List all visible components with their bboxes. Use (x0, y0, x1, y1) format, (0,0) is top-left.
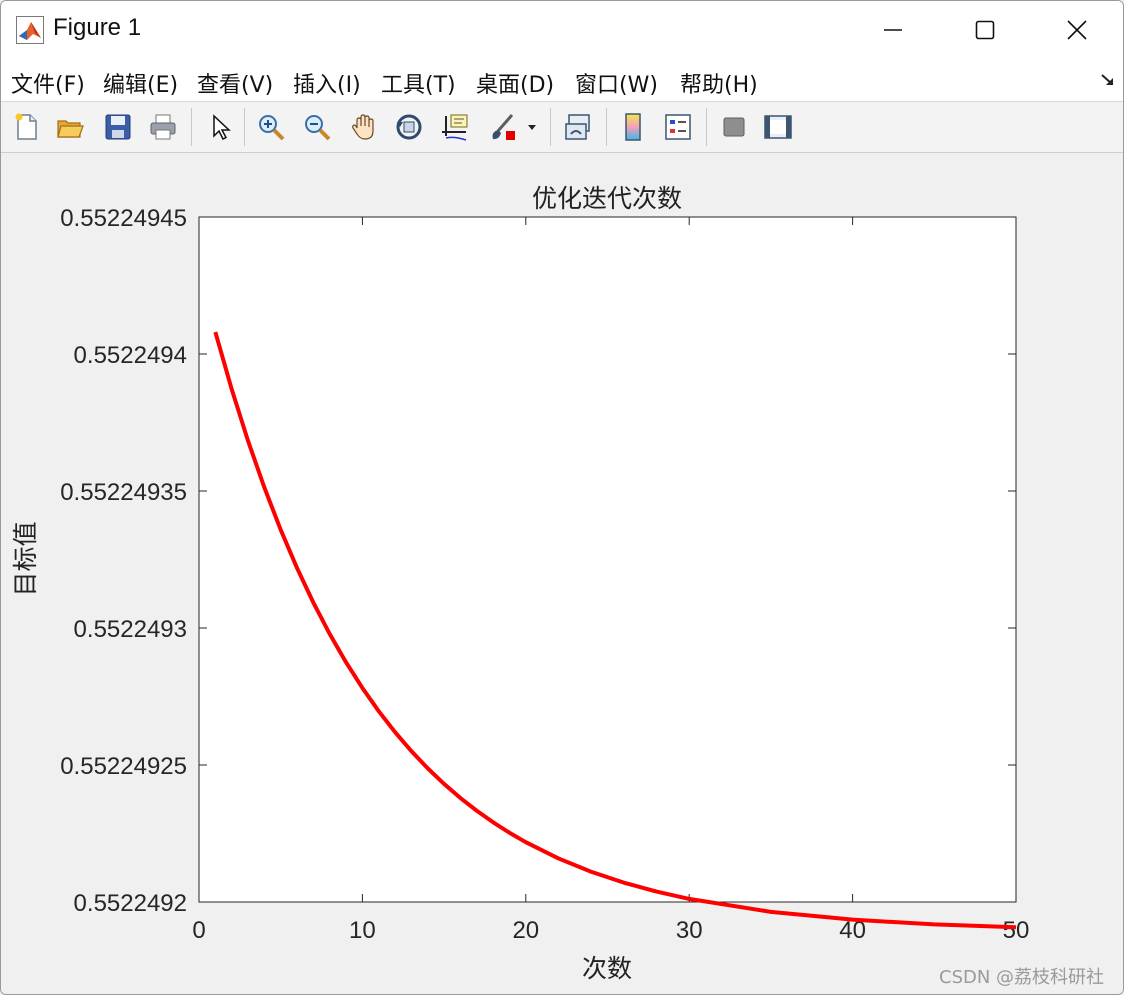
maximize-button[interactable] (939, 1, 1031, 59)
rotate-3d-icon (396, 114, 422, 140)
pan-hand-icon (352, 114, 374, 140)
colorbar-icon (625, 113, 641, 141)
title-bar[interactable]: Figure 1 (1, 1, 1123, 59)
zoom-out-button[interactable] (300, 110, 334, 144)
show-plot-tools-button[interactable] (761, 110, 795, 144)
dock-arrow-icon[interactable] (1099, 71, 1117, 89)
x-axis-label: 次数 (582, 954, 632, 983)
hide-plot-tools-button[interactable] (717, 110, 751, 144)
menu-tools[interactable]: 工具(T) (381, 67, 456, 99)
print-icon (150, 114, 176, 140)
maximize-icon (975, 20, 995, 40)
y-tick-label: 0.55224925 (60, 753, 187, 780)
menu-insert[interactable]: 插入(I) (293, 67, 361, 99)
close-icon (1067, 20, 1087, 40)
plot-background (198, 216, 1017, 903)
x-tick-label: 10 (349, 917, 376, 944)
menu-file[interactable]: 文件(F) (11, 67, 85, 99)
legend-icon (665, 114, 691, 140)
x-tick-label: 50 (1003, 917, 1030, 944)
save-button[interactable] (101, 110, 135, 144)
menu-edit[interactable]: 编辑(E) (103, 67, 178, 99)
legend-button[interactable] (661, 110, 695, 144)
chart-title: 优化迭代次数 (532, 184, 682, 213)
data-cursor-icon (442, 114, 468, 141)
window-title: Figure 1 (53, 14, 142, 41)
y-tick-label: 0.5522492 (74, 890, 187, 917)
link-plot-button[interactable] (561, 110, 595, 144)
y-tick-label: 0.5522493 (74, 616, 187, 643)
link-plot-icon (565, 114, 590, 140)
hide-plot-tools-icon (723, 117, 745, 137)
x-tick-label: 0 (192, 917, 205, 944)
brush-button[interactable] (486, 110, 520, 144)
new-figure-button[interactable] (9, 110, 43, 144)
figure-toolbar (1, 102, 1123, 153)
edit-plot-arrow-icon (213, 114, 231, 141)
x-tick-label: 30 (676, 917, 703, 944)
figure-canvas: 0 10 20 30 40 50 0.5522492 0.55224925 0.5522493 0… (1, 153, 1123, 994)
rotate-3d-button[interactable] (392, 110, 426, 144)
show-plot-tools-icon (764, 115, 792, 139)
edit-plot-button[interactable] (203, 110, 237, 144)
zoom-out-icon (305, 115, 331, 141)
menu-window[interactable]: 窗口(W) (575, 67, 658, 99)
toolbar-separator (706, 108, 707, 146)
toolbar-separator (550, 108, 551, 146)
data-cursor-button[interactable] (438, 110, 472, 144)
colorbar-button[interactable] (616, 110, 650, 144)
line-chart[interactable]: 0 10 20 30 40 500.55224920.552249250.55224930… (1, 153, 1123, 994)
y-tick-label: 0.5522494 (74, 342, 187, 369)
y-axis-label: 目标值 (11, 521, 40, 596)
zoom-in-button[interactable] (254, 110, 288, 144)
open-file-button[interactable] (53, 110, 87, 144)
minimize-icon (884, 29, 902, 31)
menu-bar: 文件(F) 编辑(E) 查看(V) 插入(I) 工具(T) 桌面(D) 窗口(W… (1, 59, 1123, 102)
watermark: CSDN @荔枝科研社 (939, 967, 1105, 988)
new-figure-icon (15, 113, 37, 140)
figure-window: Figure 1 文件(F) 编辑(E) 查看(V) 插入(I) 工具(T) 桌… (0, 0, 1124, 995)
open-file-icon (57, 120, 84, 138)
toolbar-separator (606, 108, 607, 146)
brush-dropdown-icon (528, 125, 536, 130)
menu-help[interactable]: 帮助(H) (680, 67, 758, 99)
brush-icon (492, 114, 515, 140)
toolbar-separator (191, 108, 192, 146)
matlab-logo-icon (16, 16, 44, 44)
y-tick-label: 0.55224945 (60, 205, 187, 232)
pan-button[interactable] (347, 110, 381, 144)
minimize-button[interactable] (847, 1, 939, 59)
menu-view[interactable]: 查看(V) (197, 67, 273, 99)
toolbar-separator (244, 108, 245, 146)
save-icon (105, 114, 131, 140)
brush-dropdown-button[interactable] (524, 110, 540, 144)
zoom-in-icon (259, 115, 285, 141)
print-button[interactable] (146, 110, 180, 144)
y-tick-label: 0.55224935 (60, 479, 187, 506)
close-button[interactable] (1031, 1, 1123, 59)
menu-desktop[interactable]: 桌面(D) (476, 67, 554, 99)
x-tick-label: 20 (512, 917, 539, 944)
